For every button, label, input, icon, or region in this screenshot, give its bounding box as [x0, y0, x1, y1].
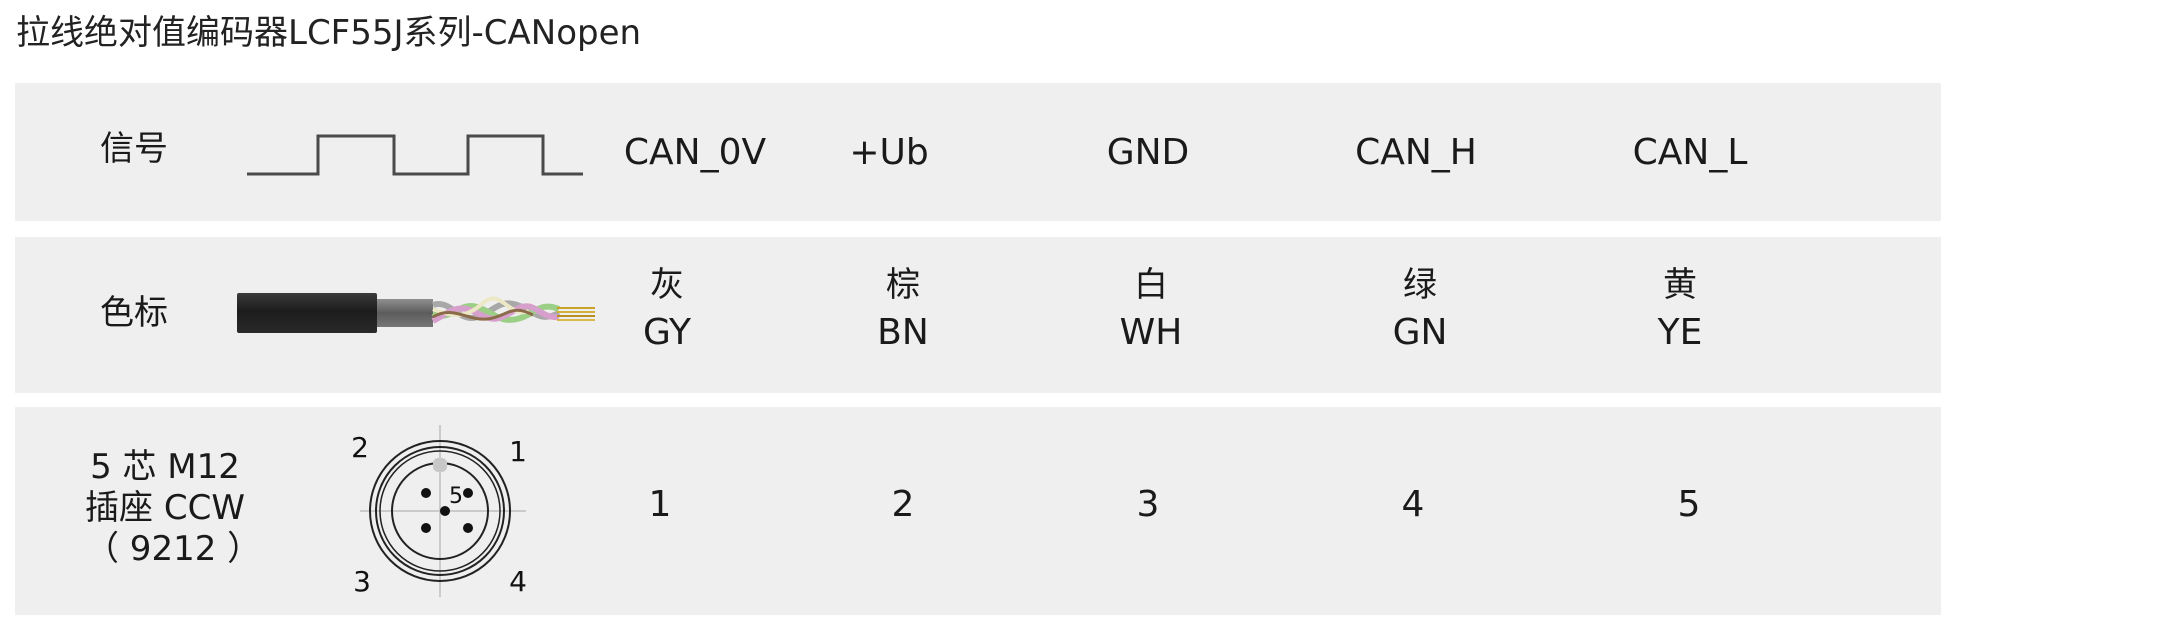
color-name-cn: 灰	[650, 265, 684, 305]
color-cell-5: 黄 YE	[1658, 263, 1703, 357]
color-name-cn: 黄	[1663, 265, 1697, 305]
color-cell-4: 绿 GN	[1393, 263, 1448, 357]
connector-pin-number: 5	[449, 484, 463, 509]
color-code: BN	[877, 311, 929, 353]
pin-cell-4: 4	[1401, 484, 1425, 525]
signal-cell-5: CAN_L	[1632, 132, 1748, 173]
square-wave-icon	[247, 134, 583, 176]
signal-cell-2: +Ub	[849, 132, 929, 173]
page-title: 拉线绝对值编码器LCF55J系列-CANopen	[16, 13, 642, 53]
connector-pin-number: 2	[351, 431, 369, 464]
color-name-cn: 绿	[1402, 265, 1437, 305]
color-cell-2: 棕 BN	[877, 263, 929, 357]
color-code: WH	[1119, 311, 1183, 353]
color-code: GN	[1392, 311, 1448, 353]
pin-cell-2: 2	[891, 484, 915, 525]
connector-pin-number: 4	[509, 565, 527, 598]
color-name-cn: 棕	[885, 265, 920, 305]
signal-cell-3: GND	[1106, 132, 1190, 173]
pin-cell-1: 1	[648, 484, 672, 525]
pin-row-label: 5 芯 M12 插座 CCW （ 9212 ）	[85, 447, 262, 569]
cable-icon	[237, 293, 595, 333]
signal-row-label: 信号	[100, 129, 168, 169]
pin-label-line: 5 芯 M12	[90, 447, 240, 487]
color-row-label: 色标	[100, 293, 168, 333]
pin-cell-5: 5	[1677, 484, 1701, 525]
signal-row: 信号 CAN_0V +Ub GND CAN_H CAN_L	[15, 83, 1941, 221]
pin-label-line: 插座 CCW	[85, 487, 245, 528]
connector-pin-number: 1	[509, 435, 527, 468]
pin-cell-3: 3	[1136, 484, 1160, 525]
m12-connector-icon: 1 2 3 4 5	[351, 425, 527, 598]
color-name-cn: 白	[1133, 265, 1168, 305]
pin-label-line: （ 9212 ）	[85, 528, 262, 569]
color-cell-3: 白 WH	[1120, 263, 1183, 357]
connector-pin-number: 3	[353, 565, 371, 598]
signal-cell-4: CAN_H	[1355, 132, 1477, 173]
pin-row: 5 芯 M12 插座 CCW （ 9212 ） 1 2 3 4 5 1 2 3 …	[15, 407, 1941, 615]
color-code: YE	[1657, 311, 1703, 353]
signal-cell-1: CAN_0V	[623, 132, 767, 173]
color-cell-1: 灰 GY	[643, 263, 691, 357]
color-row: 色标 灰 GY 棕 BN 白 WH 绿 GN 黄 YE	[15, 237, 1941, 393]
color-code: GY	[642, 311, 692, 353]
